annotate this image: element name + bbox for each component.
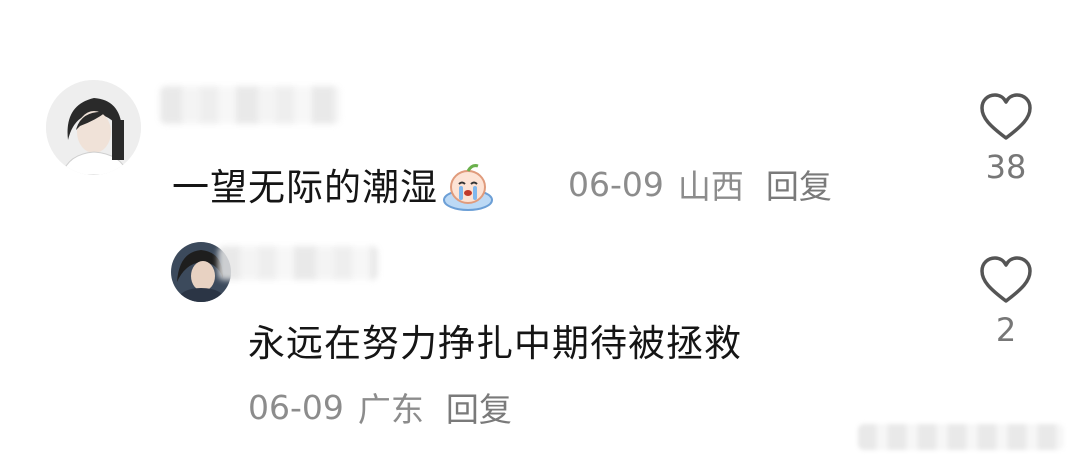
comment-text: 永远在努力挣扎中期待被拯救 [248,322,742,365]
comment-body: 一望无际的潮湿 [172,166,438,209]
comment-meta: 06-09 广东 回复 [248,383,526,431]
heart-outline-icon[interactable] [978,92,1034,142]
like-button[interactable]: 38 [976,92,1036,186]
username-blurred[interactable] [160,86,340,124]
comment-location: 广东 [357,390,424,429]
like-count: 38 [985,148,1027,186]
comment-date: 06-09 [248,387,344,427]
reply-button[interactable]: 回复 [766,160,832,208]
username-blurred[interactable] [218,246,378,280]
comment-meta: 06-09 山西 回复 [568,160,846,208]
like-button[interactable]: 2 [976,255,1036,349]
watermark-blurred [858,424,1064,450]
reply-button[interactable]: 回复 [446,383,512,431]
comment-location: 山西 [677,167,744,206]
comment-date: 06-09 [568,164,664,204]
crying-face-emoji [442,160,494,212]
comment-text: 一望无际的潮湿 [172,157,494,216]
heart-outline-icon[interactable] [978,255,1034,305]
like-count: 2 [995,311,1017,349]
avatar[interactable] [46,80,141,175]
